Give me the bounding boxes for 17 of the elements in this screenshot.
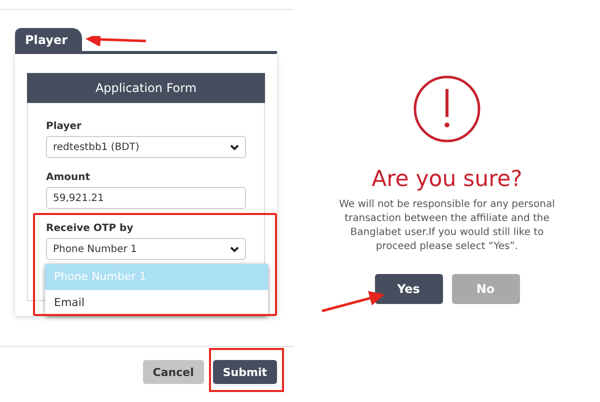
caret-icon (230, 144, 239, 150)
caret-icon (230, 246, 239, 252)
yes-button[interactable]: Yes (374, 274, 442, 304)
select-field[interactable]: Phone Number 1 (46, 238, 246, 260)
field-label: Amount (46, 172, 92, 183)
submit-button[interactable]: Submit (212, 360, 277, 384)
field-label: Player (46, 121, 82, 132)
dropdown-option[interactable]: Email (45, 290, 268, 316)
select-field[interactable]: redtestbb1 (BDT) (46, 136, 246, 158)
cancel-button[interactable]: Cancel (142, 360, 204, 384)
tab[interactable]: Player (15, 28, 82, 51)
dialog-title: Are you sure? (372, 167, 522, 192)
field-label: Receive OTP by (46, 223, 134, 234)
form-title: Application Form (27, 73, 265, 103)
input-field[interactable]: 59,921.21 (46, 187, 246, 209)
dialog-message: We will not be responsible for any personal transaction between the affiliate and the Banglabet user.If you would still like to proceed please select “Yes”. (338, 198, 556, 254)
warning-icon (413, 75, 481, 143)
